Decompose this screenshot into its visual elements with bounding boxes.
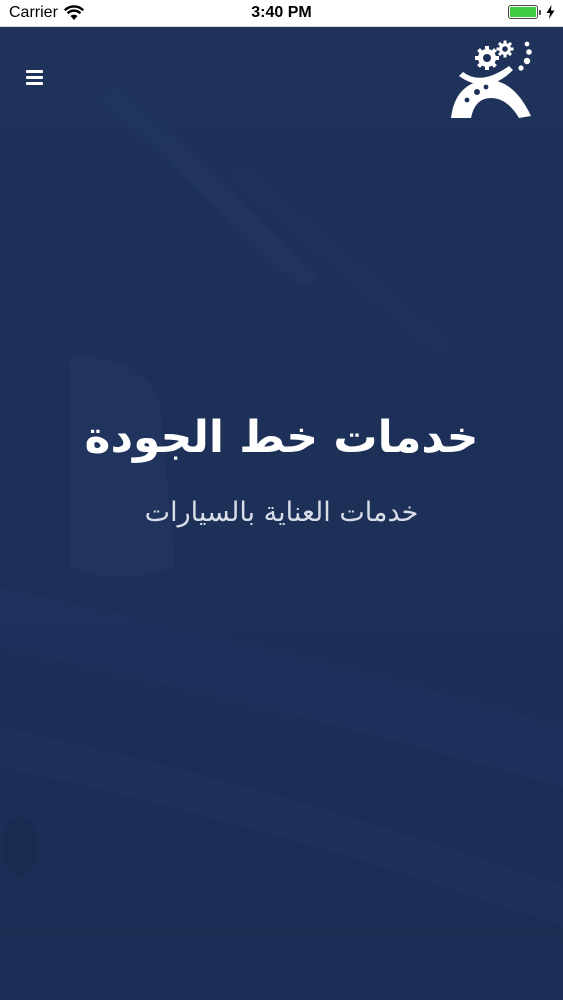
hamburger-menu-icon <box>26 70 43 73</box>
app-screen: Carrier 3:40 PM خدمات خط الجودة خدمات ال… <box>0 0 563 1000</box>
hamburger-menu-bar <box>26 76 43 79</box>
battery-icon <box>508 5 538 19</box>
gears-service-logo-icon[interactable] <box>447 36 533 122</box>
charging-bolt-icon <box>546 5 555 19</box>
battery-fill <box>510 7 536 17</box>
hero-subtitle: خدمات العناية بالسيارات <box>144 497 419 528</box>
status-right <box>508 5 555 19</box>
hamburger-menu-bar <box>26 82 43 85</box>
status-bar: Carrier 3:40 PM <box>0 0 563 27</box>
hamburger-menu-button[interactable] <box>26 70 46 90</box>
status-time: 3:40 PM <box>251 4 312 21</box>
battery-cap <box>539 9 541 15</box>
hero-title: خدمات خط الجودة <box>84 412 479 463</box>
